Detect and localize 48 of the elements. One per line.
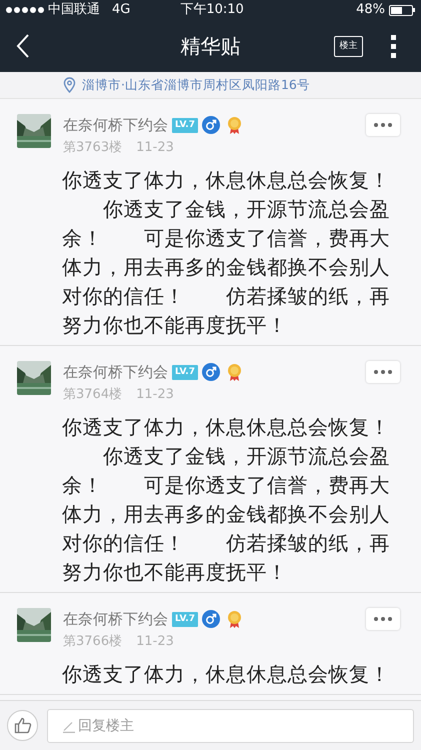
male-icon (202, 116, 220, 134)
thumbs-up-icon (14, 717, 32, 734)
post-date: 11-23 (136, 632, 174, 650)
male-icon (202, 610, 220, 628)
level-badge: LV.7 (172, 364, 198, 380)
reply-input-field[interactable]: 回复楼主 (47, 708, 414, 742)
like-button[interactable] (7, 710, 38, 741)
level-badge: LV.7 (172, 118, 198, 133)
post-text-line: 体力，用去再多的金钱都换不会别人 (62, 501, 390, 528)
status-time: 下午10:10 (180, 1, 244, 20)
medal-icon (226, 116, 243, 135)
post-text-line: 对你的信任！ 仿若揉皱的纸，再 (62, 283, 390, 310)
post-text-line: 你透支了体力，休息休息总会恢复！ (62, 661, 390, 688)
signal-icon (6, 7, 44, 13)
floor-number: 第3766楼 (63, 632, 122, 650)
network-label: 4G (112, 1, 130, 20)
post-text-line: 你透支了体力，休息休息总会恢复！ (62, 414, 390, 441)
author-name[interactable]: 在奈何桥下约会 (63, 114, 168, 136)
battery-icon (389, 4, 415, 16)
pencil-icon (62, 720, 76, 732)
male-icon (202, 363, 220, 382)
post-text-line: 努力你也不能再度抚平！ (62, 312, 288, 339)
author-name[interactable]: 在奈何桥下约会 (63, 608, 168, 630)
floor-number: 第3763楼 (63, 138, 122, 156)
more-options-button[interactable] (366, 361, 400, 384)
page-title: 精华贴 (180, 33, 240, 60)
author-name[interactable]: 在奈何桥下约会 (63, 361, 168, 384)
location-pin-icon (63, 77, 76, 93)
post-text-line: 余！ 可是你透支了信誉，费再大 (62, 472, 390, 499)
medal-icon (226, 610, 243, 629)
author-only-button[interactable]: 楼主 (334, 36, 363, 56)
post-text-line: 你透支了金钱，开源节流总会盈 (102, 443, 390, 470)
floor-number: 第3764楼 (63, 386, 122, 404)
post-text-line: 你透支了体力，休息休息总会恢复！ (62, 167, 390, 194)
post-date: 11-23 (136, 138, 174, 156)
medal-icon (226, 362, 243, 382)
post-date: 11-23 (136, 386, 174, 404)
carrier-label: 中国联通 (48, 1, 100, 20)
post-text-line: 你透支了金钱，开源节流总会盈 (102, 196, 390, 223)
battery-percent: 48% (356, 1, 385, 20)
level-badge: LV.7 (172, 612, 198, 627)
post-text-line: 体力，用去再多的金钱都换不会别人 (62, 254, 390, 281)
more-options-button[interactable] (366, 608, 400, 630)
more-options-button[interactable] (366, 114, 400, 136)
more-icon[interactable] (391, 34, 396, 58)
post-text-line: 对你的信任！ 仿若揉皱的纸，再 (62, 530, 390, 557)
post-text-line: 余！ 可是你透支了信誉，费再大 (62, 225, 390, 252)
post-text-line: 努力你也不能再度抚平！ (62, 559, 288, 586)
